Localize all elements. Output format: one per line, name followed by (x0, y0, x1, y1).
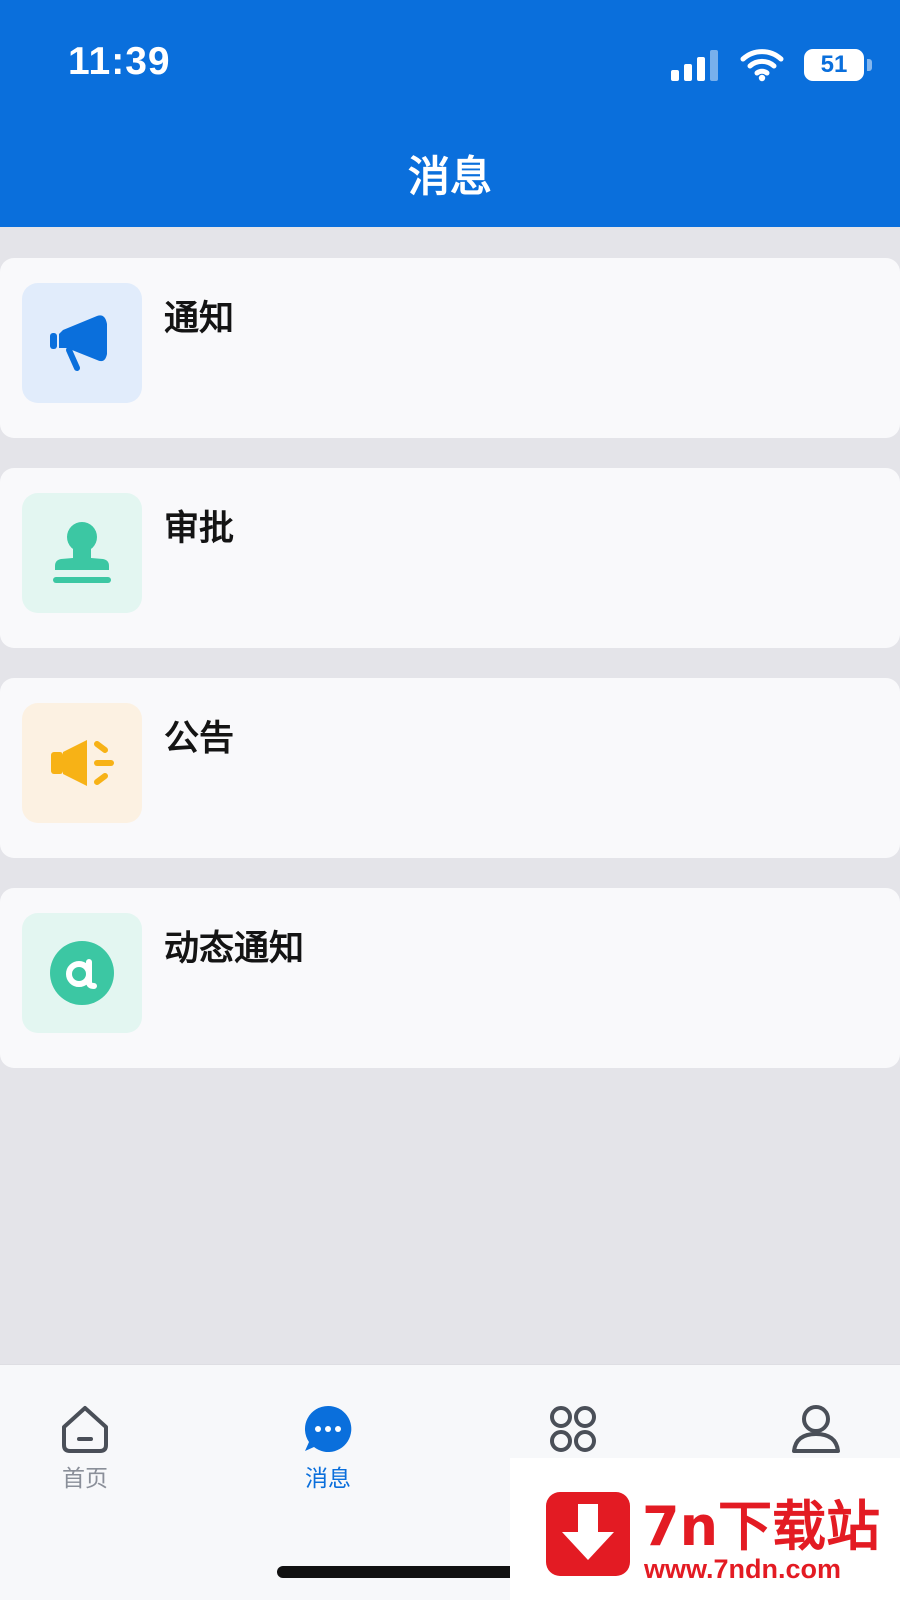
message-item-label: 动态通知 (164, 929, 305, 969)
wifi-icon (740, 49, 784, 82)
message-item-approval[interactable]: 审批 (0, 468, 900, 648)
watermark: 7n下载站 www.7ndn.com (510, 1458, 900, 1600)
tab-apps[interactable] (513, 1403, 633, 1459)
notice-icon-tile (22, 283, 142, 403)
message-item-dynamic-notice[interactable]: 动态通知 (0, 888, 900, 1068)
tab-messages-label: 消息 (305, 1466, 351, 1492)
at-sign-icon (50, 941, 114, 1005)
download-arrow-icon (562, 1504, 614, 1560)
tab-profile[interactable] (756, 1403, 876, 1459)
cellular-signal-icon (671, 49, 718, 81)
message-item-label: 公告 (164, 719, 235, 759)
speaker-icon (51, 740, 114, 786)
watermark-title: 7n下载站 (642, 1495, 881, 1558)
approval-icon-tile (22, 493, 142, 613)
user-icon (792, 1405, 840, 1453)
dynamic-notice-icon-tile (22, 913, 142, 1033)
message-item-label: 审批 (164, 509, 235, 549)
tab-home[interactable]: 首页 (25, 1403, 145, 1493)
page-title: 消息 (407, 152, 492, 201)
battery-cap (867, 59, 872, 71)
status-time: 11:39 (68, 40, 171, 83)
battery-level: 51 (820, 51, 848, 78)
status-icons: 51 (671, 46, 872, 84)
megaphone-icon (50, 315, 107, 371)
watermark-url: www.7ndn.com (644, 1554, 842, 1584)
chat-bubble-icon (304, 1405, 352, 1452)
message-item-announcement[interactable]: 公告 (0, 678, 900, 858)
announcement-icon-tile (22, 703, 142, 823)
battery-icon: 51 (804, 49, 864, 81)
apps-grid-icon (550, 1406, 596, 1452)
message-item-notice[interactable]: 通知 (0, 258, 900, 438)
tab-messages[interactable]: 消息 (268, 1403, 388, 1493)
watermark-logo (546, 1492, 630, 1576)
tab-home-label: 首页 (62, 1466, 108, 1492)
header-bar: 11:39 51 消息 (0, 0, 900, 227)
approval-stamp-icon (53, 522, 111, 583)
message-item-label: 通知 (164, 299, 235, 339)
home-icon (62, 1406, 108, 1453)
